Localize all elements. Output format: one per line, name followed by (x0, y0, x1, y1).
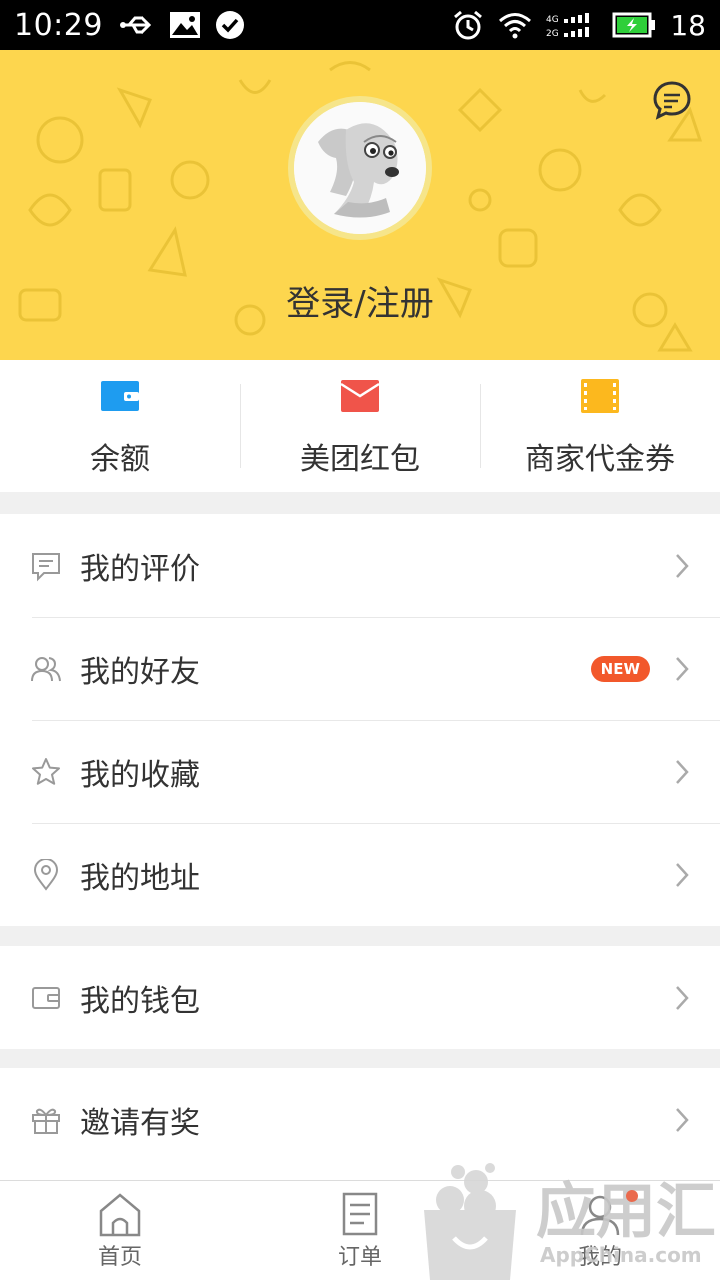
menu-group-profile: 我的评价 我的好友 NEW 我的收藏 我的地址 (0, 514, 720, 926)
svg-text:2G: 2G (546, 29, 559, 39)
wallet-icon (101, 381, 139, 411)
chevron-right-icon (676, 553, 689, 578)
location-pin-icon (33, 858, 59, 891)
menu-item-friends[interactable]: 我的好友 NEW (0, 617, 720, 720)
home-icon (99, 1193, 141, 1237)
avatar[interactable] (288, 96, 432, 240)
battery-level: 18 (670, 8, 706, 42)
bottom-nav: 首页 订单 我的 (0, 1180, 720, 1281)
profile-icon (580, 1195, 620, 1236)
svg-text:4G: 4G (546, 15, 559, 25)
quick-actions: 余额 美团红包 商家代金券 (0, 360, 720, 492)
wallet-outline-icon (32, 986, 60, 1009)
login-register-link[interactable]: 登录/注册 (0, 276, 720, 325)
chevron-right-icon (676, 862, 689, 887)
menu-item-label: 我的收藏 (80, 757, 200, 793)
red-envelope-icon (340, 380, 380, 412)
chevron-right-icon (676, 985, 689, 1010)
nav-label: 首页 (97, 1245, 142, 1270)
chevron-right-icon (676, 759, 689, 784)
nav-label: 我的 (577, 1245, 622, 1270)
quick-action-red-envelope[interactable]: 美团红包 (240, 360, 480, 492)
menu-item-label: 邀请有奖 (80, 1105, 200, 1141)
mascot-avatar-image (294, 102, 426, 234)
profile-header: 登录/注册 (0, 50, 720, 360)
message-icon[interactable] (652, 80, 692, 120)
quick-action-label: 商家代金券 (525, 442, 675, 477)
status-time: 10:29 (14, 7, 103, 43)
order-list-icon (342, 1192, 378, 1236)
status-bar: 10:29 4G 2G 18 (0, 0, 720, 50)
comment-icon (32, 552, 60, 581)
quick-action-label: 余额 (90, 442, 150, 477)
wifi-icon (499, 13, 532, 39)
nav-label: 订单 (337, 1245, 382, 1270)
battery-icon (612, 12, 656, 38)
menu-item-label: 我的钱包 (80, 983, 200, 1019)
new-badge: NEW (590, 655, 650, 682)
gift-icon (32, 1108, 60, 1134)
chevron-right-icon (676, 1107, 689, 1132)
menu-item-label: 我的评价 (80, 551, 200, 587)
nav-orders[interactable]: 订单 (240, 1181, 480, 1281)
menu-group-wallet: 我的钱包 (0, 946, 720, 1049)
friends-icon (31, 656, 61, 681)
ticket-icon (581, 379, 619, 413)
menu-item-favorites[interactable]: 我的收藏 (0, 720, 720, 823)
star-icon (32, 757, 60, 785)
menu-group-invite: 邀请有奖 (0, 1068, 720, 1180)
menu-item-label: 我的好友 (80, 654, 200, 690)
quick-action-balance[interactable]: 余额 (0, 360, 240, 492)
usb-icon (119, 15, 152, 35)
menu-item-invite[interactable]: 邀请有奖 (0, 1068, 720, 1171)
quick-action-coupon[interactable]: 商家代金券 (480, 360, 720, 492)
nav-home[interactable]: 首页 (0, 1181, 240, 1281)
menu-item-label: 我的地址 (80, 860, 200, 896)
chevron-right-icon (676, 656, 689, 681)
quick-action-label: 美团红包 (300, 442, 420, 477)
check-circle-icon (215, 11, 244, 39)
nav-profile[interactable]: 我的 (480, 1181, 720, 1281)
image-icon (169, 12, 200, 38)
menu-item-wallet[interactable]: 我的钱包 (0, 946, 720, 1049)
menu-item-address[interactable]: 我的地址 (0, 823, 720, 926)
menu-item-reviews[interactable]: 我的评价 (0, 514, 720, 617)
signal-icon: 4G2G (546, 13, 590, 39)
alarm-icon (454, 10, 483, 40)
